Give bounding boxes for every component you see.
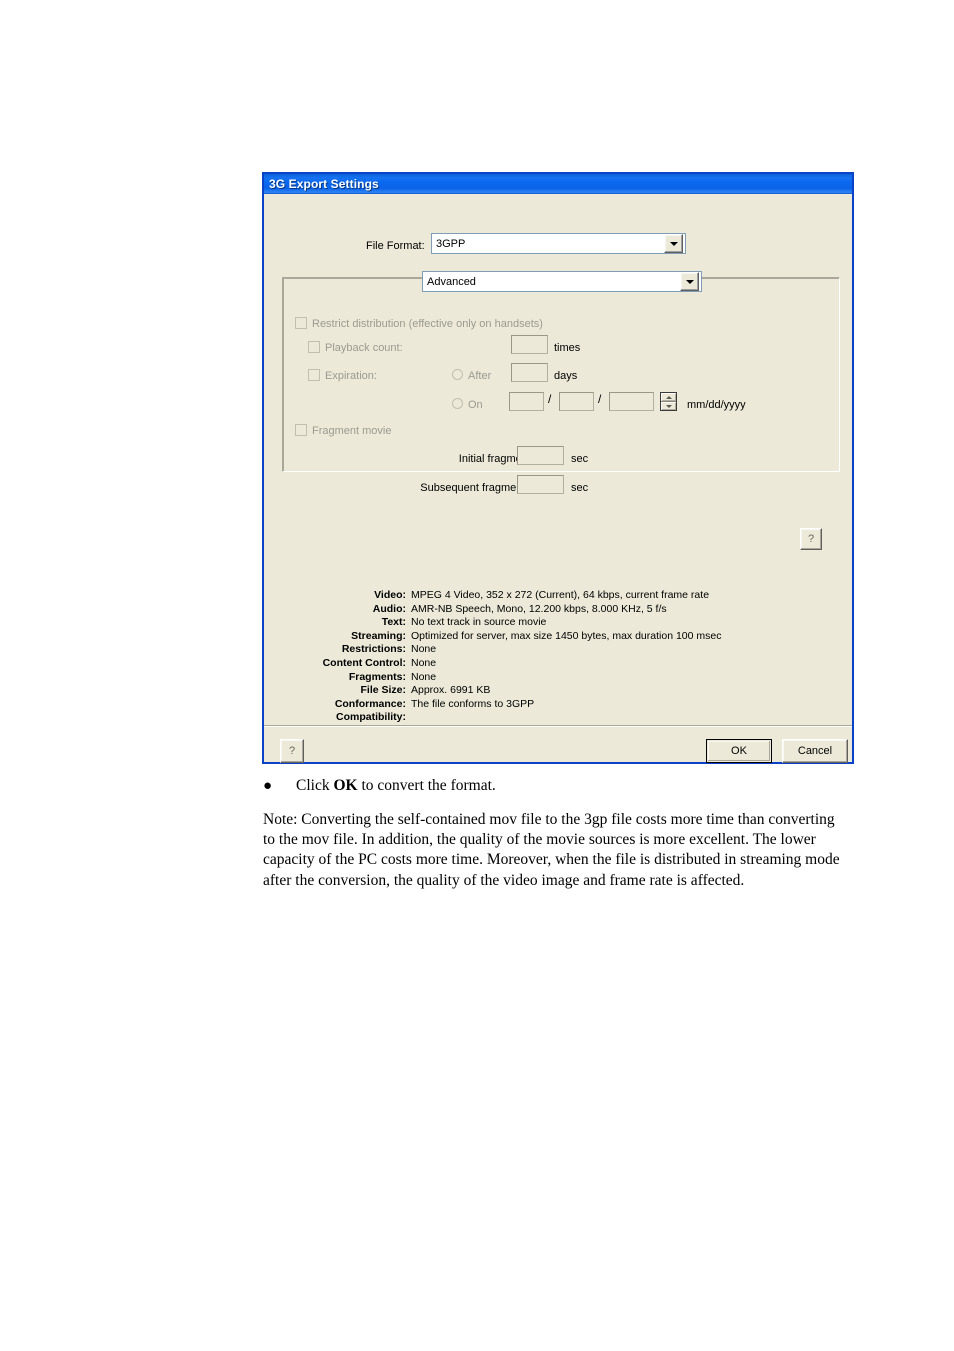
note-paragraph: Note: Converting the self-contained mov … [263,811,840,889]
fragment-movie-label: Fragment movie [312,425,392,437]
summary-row-value: None [411,656,437,669]
group-help-button[interactable]: ? [800,528,822,550]
summary-row-key: Video: [374,589,406,601]
expiration-month-input[interactable] [509,392,544,411]
expiration-year-input[interactable] [609,392,654,411]
summary-row: Fragments: None [294,670,721,686]
dialog-titlebar[interactable]: 3G Export Settings [264,174,852,194]
summary-row-value: None [411,670,437,683]
subsequent-fragments-unit: sec [571,482,589,494]
summary-table-body: Video: MPEG 4 Video, 352 x 272 (Current),… [294,590,722,726]
summary-row-value [411,712,721,726]
export-summary-table: Video: MPEG 4 Video, 352 x 272 (Current),… [294,590,824,726]
date-separator: / [548,392,552,406]
restrict-distribution-checkbox[interactable] [295,317,307,329]
file-format-dropdown[interactable]: 3GPP [431,233,686,254]
playback-count-unit: times [554,342,581,354]
footer-divider [264,725,852,727]
summary-row-value: None [411,643,437,656]
summary-row: Conformance: The file conforms to 3GPP [294,697,721,713]
summary-row-key: Compatibility: [336,711,406,724]
summary-row-key: Text: [381,616,406,629]
expiration-after-label: After [468,370,492,382]
expiration-days-unit: days [554,370,578,382]
summary-table: Video: MPEG 4 Video, 352 x 272 (Current),… [294,590,722,726]
summary-row: Audio: AMR-NB Speech, Mono, 12.200 kbps, … [294,602,721,618]
chevron-down-icon[interactable] [680,272,699,291]
spinner-down-button[interactable] [661,402,676,410]
date-spinner[interactable] [660,392,677,411]
summary-row-key: File Size: [360,684,406,697]
dialog-body: File Format: 3GPP Advanced Restrict dist… [264,194,852,763]
expiration-checkbox[interactable] [308,369,320,381]
file-format-value: 3GPP [436,237,466,250]
playback-count-label: Playback count: [325,342,403,354]
summary-row: Video: MPEG 4 Video, 352 x 272 (Current),… [294,590,721,604]
file-format-label: File Format: [366,240,425,252]
chevron-down-icon[interactable] [664,234,683,253]
expiration-after-radio[interactable] [452,369,463,380]
summary-row-key: Content Control: [322,656,406,669]
subsequent-fragments-label: Subsequent fragments: [420,482,534,494]
playback-count-checkbox[interactable] [308,341,320,353]
spinner-up-button[interactable] [661,393,676,402]
summary-row-key: Restrictions: [341,643,406,656]
3g-export-settings-dialog: 3G Export Settings File Format: 3GPP Adv… [262,172,854,764]
bullet-text-pre: Click [296,777,334,794]
cancel-button[interactable]: Cancel [782,739,848,763]
summary-row: Compatibility: [294,712,721,726]
date-separator: / [598,392,602,406]
summary-row-value: Approx. 6991 KB [411,684,491,697]
date-format-hint: mm/dd/yyyy [687,399,746,411]
fragment-movie-checkbox[interactable] [295,424,307,436]
bullet-text-bold: OK [333,777,358,794]
summary-row-value: MPEG 4 Video, 352 x 272 (Current), 64 kb… [411,589,710,601]
dialog-title: 3G Export Settings [269,177,379,191]
help-button[interactable]: ? [280,739,304,763]
initial-fragment-unit: sec [571,453,589,465]
expiration-label: Expiration: [325,370,377,382]
summary-row-value: Optimized for server, max size 1450 byte… [411,629,722,642]
expiration-day-input[interactable] [559,392,594,411]
expiration-on-radio[interactable] [452,398,463,409]
playback-count-input[interactable] [511,335,548,354]
summary-row-key: Conformance: [334,697,406,710]
initial-fragment-input[interactable] [517,446,564,465]
summary-row-value: AMR-NB Speech, Mono, 12.200 kbps, 8.000 … [411,602,667,615]
summary-row-key: Fragments: [348,670,406,683]
expiration-days-input[interactable] [511,363,548,382]
summary-row: Streaming: Optimized for server, max size… [294,629,722,645]
summary-row: Content Control: None [294,658,721,672]
ok-button[interactable]: OK [706,739,772,763]
bullet-instruction: ● Click OK to convert the format. [263,776,863,796]
section-selector-dropdown[interactable]: Advanced [422,271,702,292]
bullet-text: Click OK to convert the format. [296,776,496,796]
summary-row-key: Streaming: [351,629,406,642]
bullet-marker: ● [263,778,273,794]
section-selector-value: Advanced [427,275,476,288]
bullet-text-post: to convert the format. [357,777,496,794]
summary-row: Text: No text track in source movie [294,617,721,631]
summary-row: File Size: Approx. 6991 KB [294,685,721,699]
expiration-on-label: On [468,399,483,411]
summary-row-value: The file conforms to 3GPP [411,697,535,710]
summary-row-value: No text track in source movie [411,616,547,629]
summary-row-key: Audio: [372,602,406,615]
restrict-distribution-label: Restrict distribution (effective only on… [312,318,543,330]
summary-row: Restrictions: None [294,644,721,658]
subsequent-fragments-input[interactable] [517,475,564,494]
